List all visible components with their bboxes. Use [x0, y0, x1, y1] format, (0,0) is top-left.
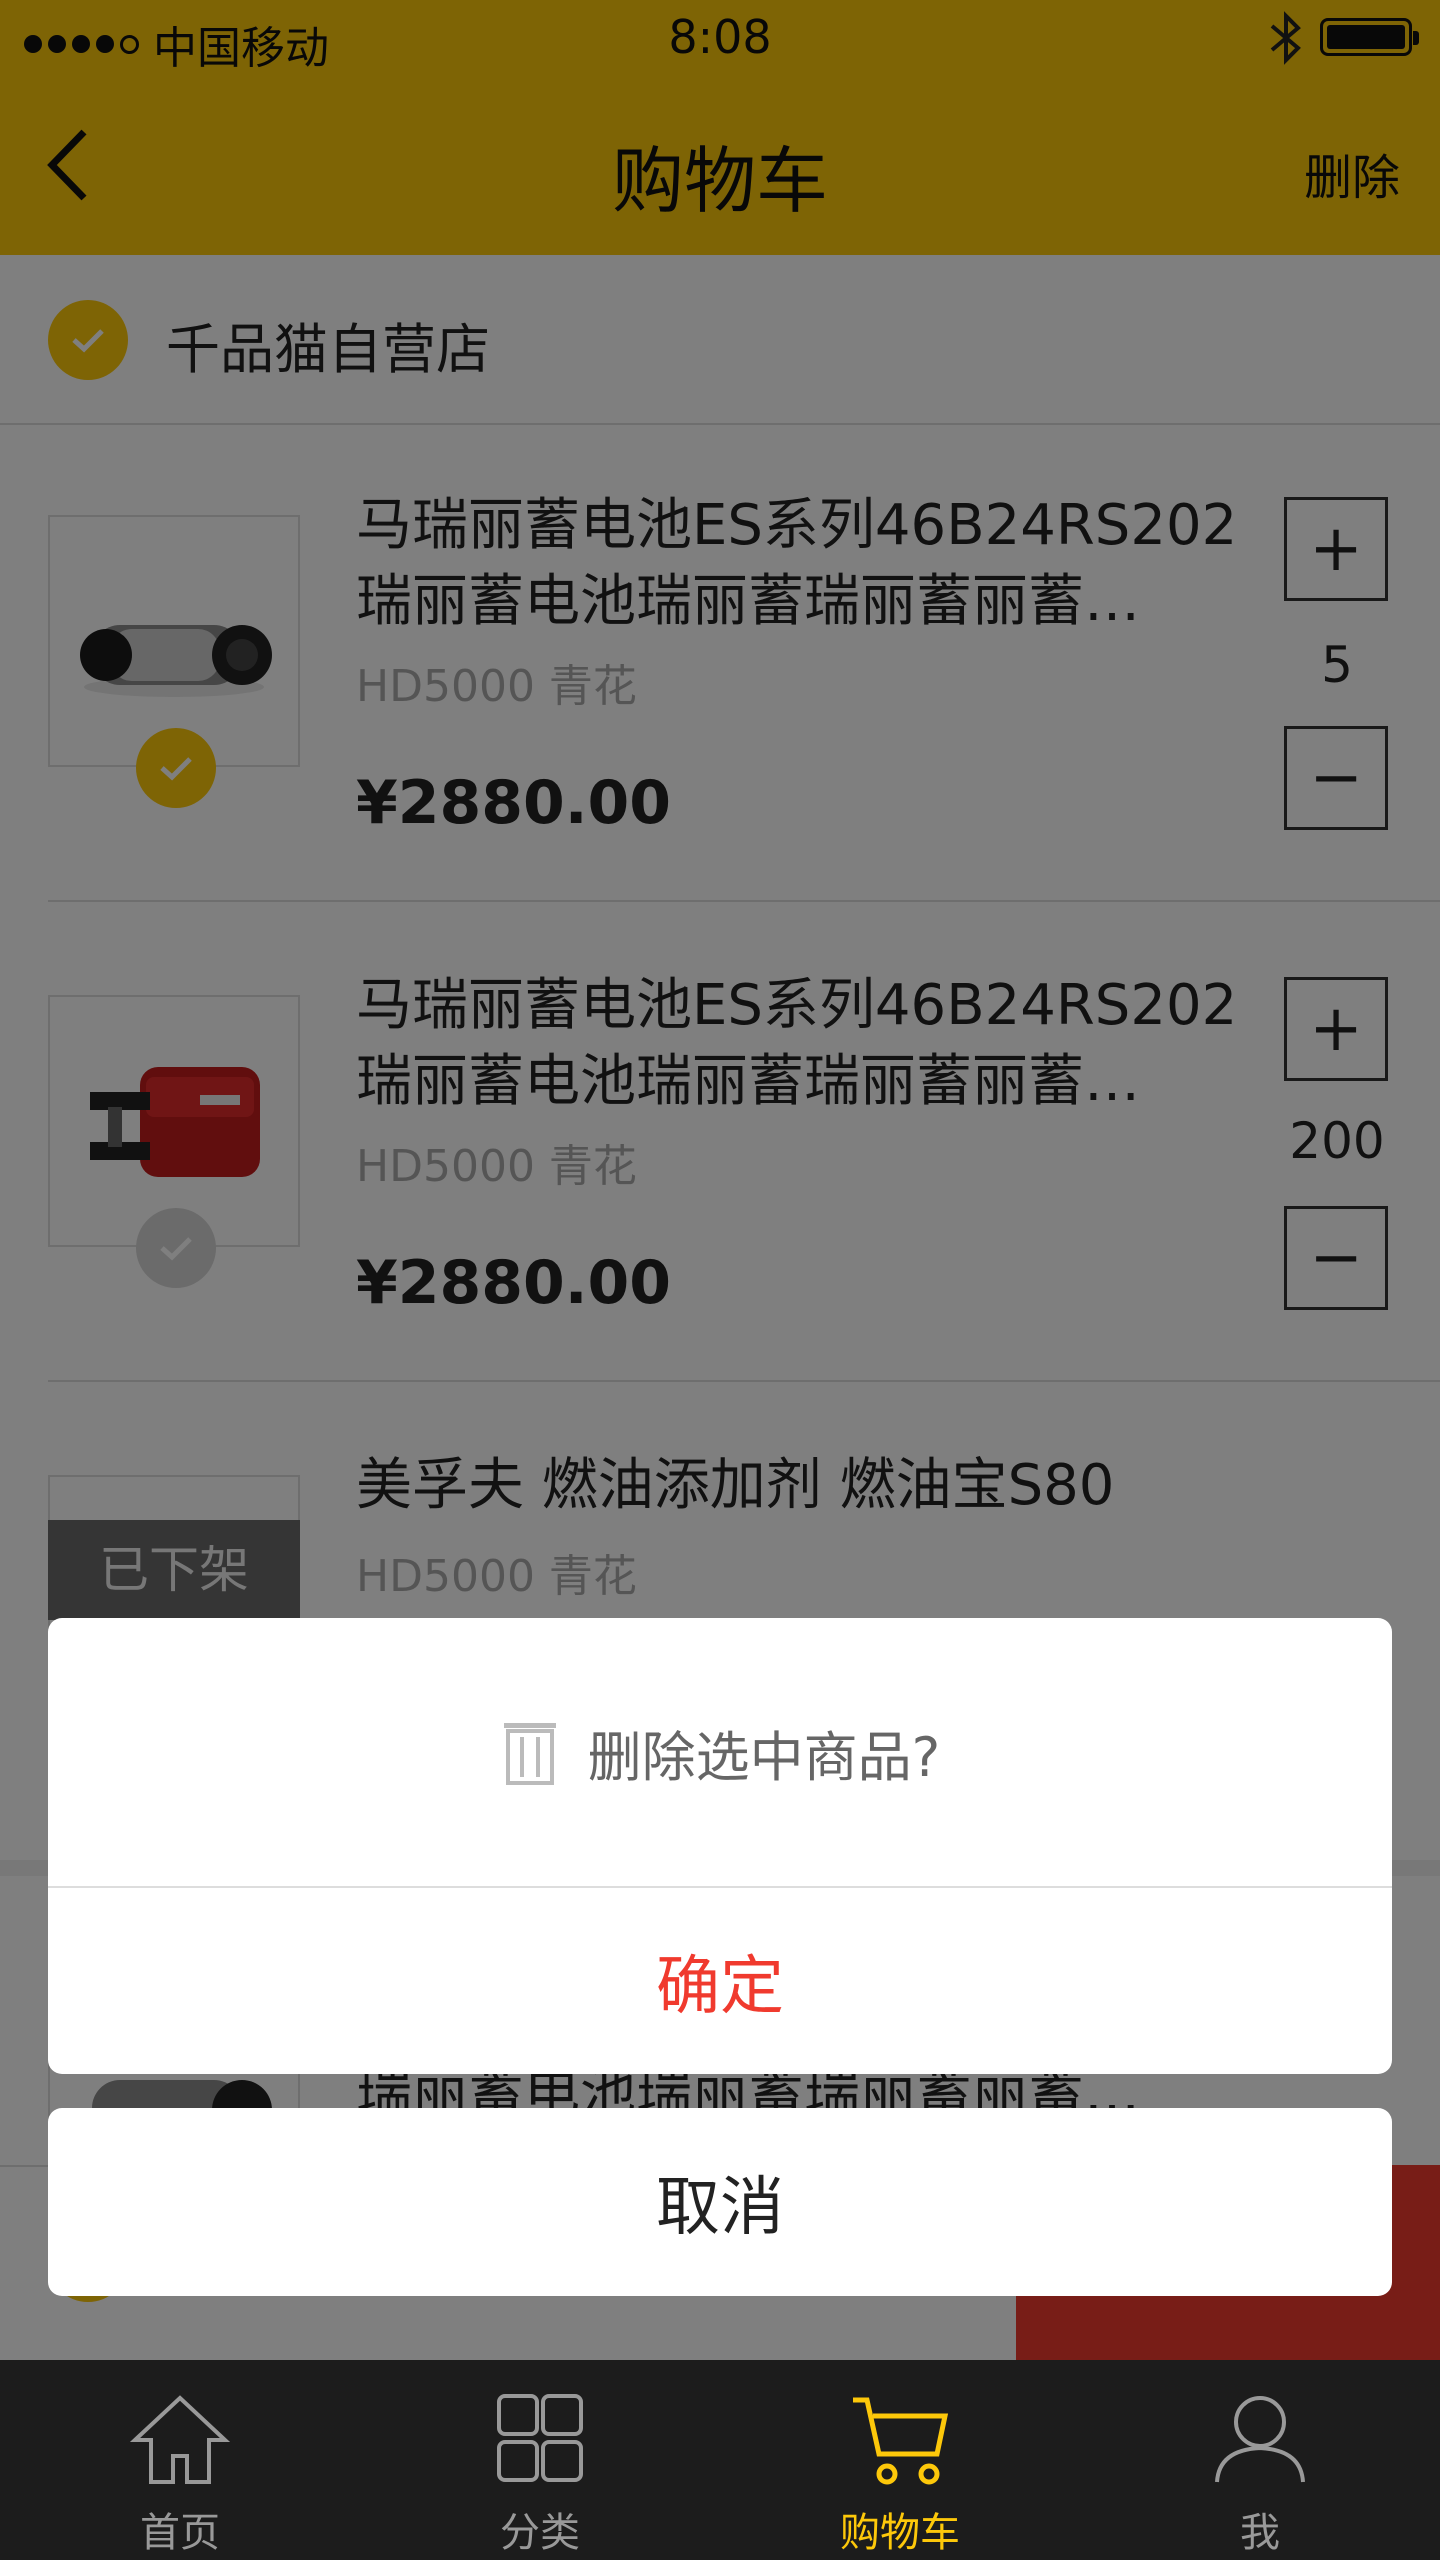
trash-icon — [503, 1723, 556, 1785]
tab-bar: 首页 分类 购物车 我 — [0, 2360, 1440, 2560]
user-icon — [1215, 2396, 1305, 2483]
tab-label: 分类 — [500, 2510, 580, 2556]
tab-home[interactable]: 首页 — [0, 2360, 360, 2560]
tab-label: 购物车 — [840, 2510, 960, 2556]
tab-category[interactable]: 分类 — [360, 2360, 720, 2560]
tab-label: 我 — [1240, 2510, 1280, 2556]
confirm-button[interactable]: 确定 — [48, 1888, 1392, 2074]
cart-icon — [853, 2397, 949, 2485]
category-icon — [497, 2394, 583, 2482]
tab-me[interactable]: 我 — [1080, 2360, 1440, 2560]
tab-label: 首页 — [140, 2510, 220, 2556]
cancel-button[interactable]: 取消 — [48, 2108, 1392, 2296]
tab-cart[interactable]: 购物车 — [720, 2360, 1080, 2560]
home-icon — [129, 2395, 231, 2484]
dialog-title: 删除选中商品? — [48, 1618, 1392, 1886]
dialog-title-text: 删除选中商品? — [587, 1725, 941, 1789]
